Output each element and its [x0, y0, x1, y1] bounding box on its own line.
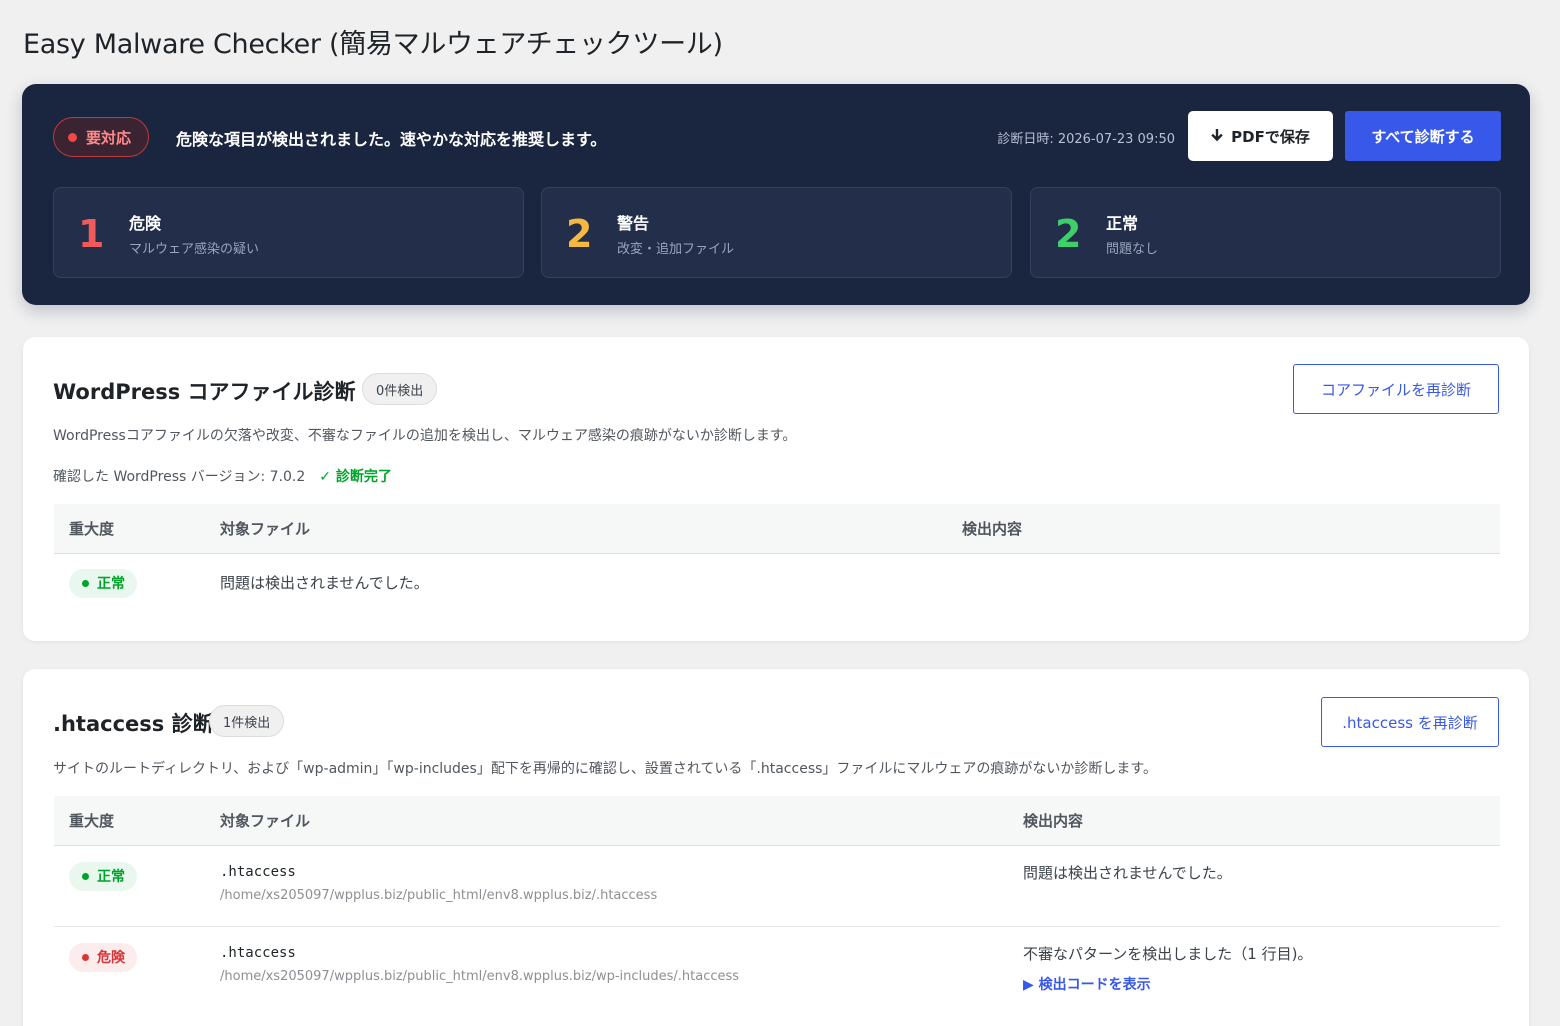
rescan-htaccess-button[interactable]: .htaccess を再診断: [1321, 697, 1499, 747]
table-row: 危険 .htaccess /home/xs205097/wpplus.biz/p…: [54, 926, 1500, 1016]
detection-message: 不審なパターンを検出しました（1 行目)。: [1023, 944, 1313, 963]
scan-complete-status: ✓ 診断完了: [319, 469, 392, 485]
severity-label: 危険: [97, 950, 125, 966]
detection-message: 問題は検出されませんでした。: [1023, 863, 1232, 882]
core-file-section: WordPress コアファイル診断 0件検出 コアファイルを再診断 WordP…: [23, 337, 1529, 641]
page-title: Easy Malware Checker (簡易マルウェアチェックツール): [23, 29, 723, 60]
show-detected-code-toggle[interactable]: ▶ 検出コードを表示: [1023, 974, 1500, 994]
target-file-name: .htaccess: [220, 944, 296, 961]
column-header-file: 対象ファイル: [205, 796, 1008, 846]
target-file-name: .htaccess: [220, 863, 296, 880]
stat-card-warning: 2 警告 改変・追加ファイル: [541, 187, 1012, 278]
table-row: 正常 問題は検出されませんでした。: [54, 553, 1500, 615]
column-header-file: 対象ファイル: [205, 504, 947, 554]
stat-label-warning: 警告: [617, 214, 650, 233]
save-pdf-label: PDFで保存: [1231, 127, 1310, 146]
stat-sub-normal: 問題なし: [1106, 242, 1159, 257]
htaccess-section: .htaccess 診断 1件検出 .htaccess を再診断 サイトのルート…: [23, 669, 1529, 1026]
table-header-row: 重大度 対象ファイル 検出内容: [54, 796, 1500, 846]
summary-panel: 要対応 危険な項目が検出されました。速やかな対応を推奨します。 診断日時: 20…: [22, 84, 1530, 305]
severity-dot-icon: [82, 579, 89, 587]
stat-label-normal: 正常: [1106, 214, 1139, 233]
core-version-line: 確認した WordPress バージョン: 7.0.2 ✓ 診断完了: [53, 466, 392, 486]
severity-label: 正常: [97, 869, 125, 885]
core-section-title: WordPress コアファイル診断: [53, 380, 356, 404]
status-label: 要対応: [86, 128, 132, 147]
stat-card-normal: 2 正常 問題なし: [1030, 187, 1501, 278]
severity-badge-danger: 危険: [69, 942, 137, 972]
htaccess-section-title: .htaccess 診断: [53, 712, 214, 736]
severity-dot-icon: [82, 953, 89, 961]
table-header-row: 重大度 対象ファイル 検出内容: [54, 504, 1500, 554]
core-description: WordPressコアファイルの欠落や改変、不審なファイルの追加を検出し、マルウ…: [53, 428, 797, 444]
stat-count-normal: 2: [1055, 212, 1082, 256]
rescan-core-button[interactable]: コアファイルを再診断: [1293, 364, 1499, 414]
status-dot-icon: [68, 132, 77, 142]
htaccess-description: サイトのルートディレクトリ、および「wp-admin」「wp-includes」…: [53, 761, 1158, 777]
summary-message: 危険な項目が検出されました。速やかな対応を推奨します。: [176, 130, 607, 149]
scan-all-button[interactable]: すべて診断する: [1345, 111, 1501, 161]
severity-badge-normal: 正常: [69, 861, 137, 891]
severity-label: 正常: [97, 576, 125, 592]
column-header-severity: 重大度: [54, 796, 205, 846]
htaccess-count-badge: 1件検出: [209, 705, 285, 737]
stat-sub-danger: マルウェア感染の疑い: [129, 242, 260, 257]
column-header-detection: 検出内容: [1008, 796, 1500, 846]
no-issues-message: 問題は検出されませんでした。: [220, 573, 429, 592]
stat-label-danger: 危険: [129, 214, 162, 233]
stat-count-danger: 1: [78, 212, 105, 256]
download-arrow-icon: [1211, 128, 1223, 141]
stat-card-danger: 1 危険 マルウェア感染の疑い: [53, 187, 524, 278]
column-header-severity: 重大度: [54, 504, 205, 554]
column-header-detection: 検出内容: [947, 504, 1500, 554]
status-pill: 要対応: [53, 117, 150, 157]
stat-sub-warning: 改変・追加ファイル: [617, 242, 735, 257]
wp-version-label: 確認した WordPress バージョン: 7.0.2: [53, 469, 306, 485]
diagnosis-date: 診断日時: 2026-07-23 09:50: [997, 132, 1175, 147]
core-results-table: 重大度 対象ファイル 検出内容 正常 問題は検出されませんでした。: [54, 504, 1500, 615]
severity-badge-normal: 正常: [69, 568, 137, 598]
save-pdf-button[interactable]: PDFで保存: [1188, 111, 1333, 161]
stat-count-warning: 2: [566, 212, 593, 256]
target-file-path: /home/xs205097/wpplus.biz/public_html/en…: [220, 887, 658, 903]
htaccess-results-table: 重大度 対象ファイル 検出内容 正常 .htaccess /home/xs205…: [54, 796, 1500, 1016]
severity-dot-icon: [82, 872, 89, 880]
core-count-badge: 0件検出: [362, 373, 438, 405]
table-row: 正常 .htaccess /home/xs205097/wpplus.biz/p…: [54, 845, 1500, 927]
target-file-path: /home/xs205097/wpplus.biz/public_html/en…: [220, 968, 740, 984]
